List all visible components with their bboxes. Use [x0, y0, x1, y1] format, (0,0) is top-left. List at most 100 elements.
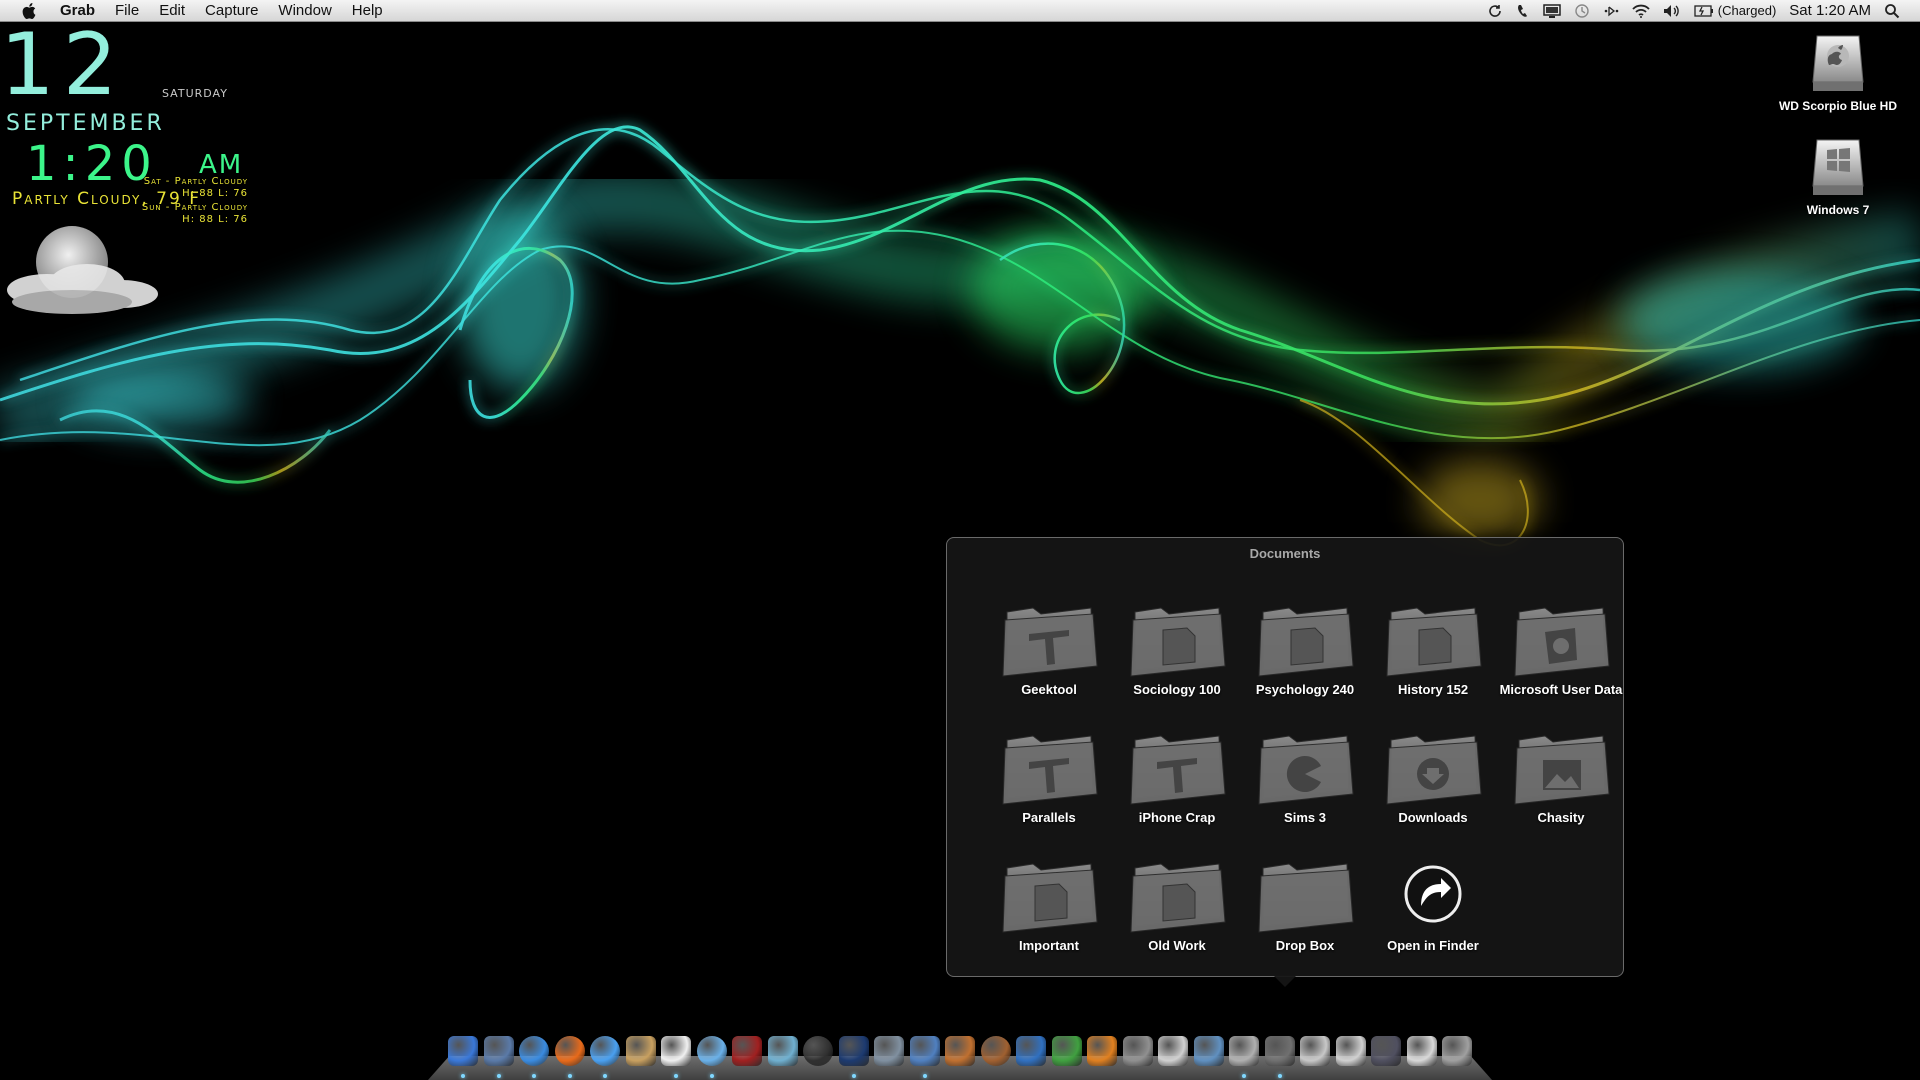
system-preferences-icon[interactable]	[1122, 1036, 1153, 1066]
clock-month: September	[6, 100, 165, 138]
dock-running-indicator	[567, 1074, 572, 1078]
script-editor-icon[interactable]	[874, 1036, 904, 1066]
battery-status[interactable]: (Charged)	[1694, 3, 1777, 18]
clock-day-number: 12	[0, 15, 126, 115]
spotlight-icon[interactable]	[1884, 3, 1900, 19]
finder-icon[interactable]	[448, 1036, 478, 1066]
stack-item-label: iPhone Crap	[1138, 810, 1216, 825]
dock-running-indicator	[603, 1074, 607, 1078]
app-menu-grab[interactable]: Grab	[50, 0, 105, 21]
preview-icon[interactable]	[1158, 1036, 1188, 1066]
folder-doc-icon	[1130, 607, 1226, 677]
stack-file-icon[interactable]	[1335, 1036, 1366, 1066]
photoshop-icon[interactable]	[838, 1036, 869, 1066]
menu-file[interactable]: File	[105, 0, 149, 21]
stack-item-label: Sims 3	[1284, 810, 1326, 825]
display-icon[interactable]	[1543, 3, 1561, 18]
stack-item[interactable]: Chasity	[1497, 718, 1625, 825]
time-machine-icon[interactable]	[1574, 3, 1590, 19]
stack-item[interactable]: Geektool	[985, 590, 1113, 697]
forecast-day-1-temps: H: 88 L: 76	[182, 188, 248, 199]
trash-icon[interactable]	[1442, 1036, 1472, 1066]
stack-title: Documents	[1249, 546, 1321, 561]
network-utility-icon[interactable]	[767, 1036, 798, 1066]
dock-running-indicator	[1242, 1074, 1246, 1078]
hard-drive-windows-icon	[1812, 139, 1864, 195]
drive-wd-scorpio[interactable]: WD Scorpio Blue HD	[1763, 30, 1913, 113]
menu-capture[interactable]: Capture	[195, 0, 268, 21]
forecast-day-1-summary: Sat - Partly Cloudy	[143, 176, 248, 187]
menu-window[interactable]: Window	[268, 0, 341, 21]
phone-icon[interactable]	[1516, 3, 1530, 19]
charts-icon[interactable]	[909, 1036, 940, 1066]
drive-windows-7[interactable]: Windows 7	[1763, 134, 1913, 217]
sync-icon[interactable]	[1487, 3, 1503, 19]
stack-file-icon[interactable]	[1300, 1036, 1330, 1066]
stack-item-label: Psychology 240	[1255, 682, 1355, 697]
stack-item-label: Drop Box	[1275, 938, 1335, 953]
dock	[428, 1032, 1492, 1080]
battery-text: (Charged)	[1717, 3, 1777, 18]
stack-item[interactable]: Open in Finder	[1369, 846, 1497, 953]
stack-item[interactable]: Downloads	[1369, 718, 1497, 825]
dock-running-indicator	[496, 1074, 501, 1078]
stack-item[interactable]: Microsoft User Data	[1497, 590, 1625, 697]
photo-booth-icon[interactable]	[732, 1036, 762, 1066]
safari-icon[interactable]	[519, 1036, 549, 1066]
stack-item[interactable]: Parallels	[985, 718, 1113, 825]
stack-item-label: Parallels	[1022, 810, 1076, 825]
stack-item-label: Old Work	[1148, 938, 1206, 953]
stack-item[interactable]: Old Work	[1113, 846, 1241, 953]
weather-cloud-moon-icon	[7, 226, 158, 314]
word-icon[interactable]	[1016, 1036, 1046, 1066]
stack-item-label: Important	[1019, 938, 1079, 953]
menu-help[interactable]: Help	[342, 0, 393, 21]
itunes-icon[interactable]	[696, 1036, 727, 1066]
stack-file-icon[interactable]	[1406, 1036, 1437, 1066]
iphoto-icon[interactable]	[1193, 1036, 1224, 1066]
firefox-icon[interactable]	[554, 1036, 585, 1066]
mail-icon[interactable]	[483, 1036, 514, 1066]
stack-item[interactable]: Sims 3	[1241, 718, 1369, 825]
excel-icon[interactable]	[1051, 1036, 1082, 1066]
folder-doc-icon	[1002, 863, 1098, 933]
ichat-icon[interactable]	[590, 1036, 620, 1066]
dock-running-indicator	[674, 1074, 678, 1078]
forecast-day-1: Sat - Partly Cloudy H: 88 L: 76	[90, 176, 248, 199]
grab-icon[interactable]	[1229, 1036, 1259, 1066]
aperture-icon[interactable]	[803, 1036, 833, 1066]
menubar-clock[interactable]: Sat 1:20 AM	[1789, 2, 1871, 19]
stack-item-label: Downloads	[1398, 810, 1468, 825]
menu-bar: Grab File Edit Capture Window Help (Char…	[0, 0, 1920, 22]
stack-item[interactable]: Psychology 240	[1241, 590, 1369, 697]
address-book-icon[interactable]	[625, 1036, 656, 1066]
folder-download-icon	[1386, 735, 1482, 805]
dock-running-indicator	[709, 1074, 714, 1078]
folder-hammer-icon	[1002, 607, 1098, 677]
documents-stack-icon[interactable]	[1264, 1036, 1295, 1066]
powerpoint-icon[interactable]	[1087, 1036, 1117, 1066]
stack-item[interactable]: Drop Box	[1241, 846, 1369, 953]
stack-item[interactable]: History 152	[1369, 590, 1497, 697]
ical-icon[interactable]	[661, 1036, 691, 1066]
folder-doc-icon	[1130, 863, 1226, 933]
drive-label-windows-7: Windows 7	[1806, 203, 1870, 217]
apple-menu-icon[interactable]	[18, 0, 40, 21]
battery-icon	[1694, 4, 1714, 17]
widget-icon[interactable]	[945, 1036, 975, 1066]
forecast-day-2-summary: Sun - Partly Cloudy	[141, 202, 248, 213]
stack-photo-icon[interactable]	[1371, 1036, 1401, 1066]
bluetooth-icon[interactable]	[1603, 3, 1619, 19]
coffee-icon[interactable]	[980, 1036, 1011, 1066]
menu-edit[interactable]: Edit	[149, 0, 195, 21]
stack-item-label: Microsoft User Data	[1499, 682, 1623, 697]
stack-item-label: History 152	[1397, 682, 1469, 697]
dock-running-indicator	[532, 1074, 536, 1078]
dock-running-indicator	[461, 1074, 465, 1078]
volume-icon[interactable]	[1663, 4, 1681, 18]
forecast-day-2-temps: H: 88 L: 76	[182, 214, 248, 225]
wifi-icon[interactable]	[1632, 4, 1650, 18]
stack-item[interactable]: iPhone Crap	[1113, 718, 1241, 825]
stack-item[interactable]: Important	[985, 846, 1113, 953]
stack-item[interactable]: Sociology 100	[1113, 590, 1241, 697]
